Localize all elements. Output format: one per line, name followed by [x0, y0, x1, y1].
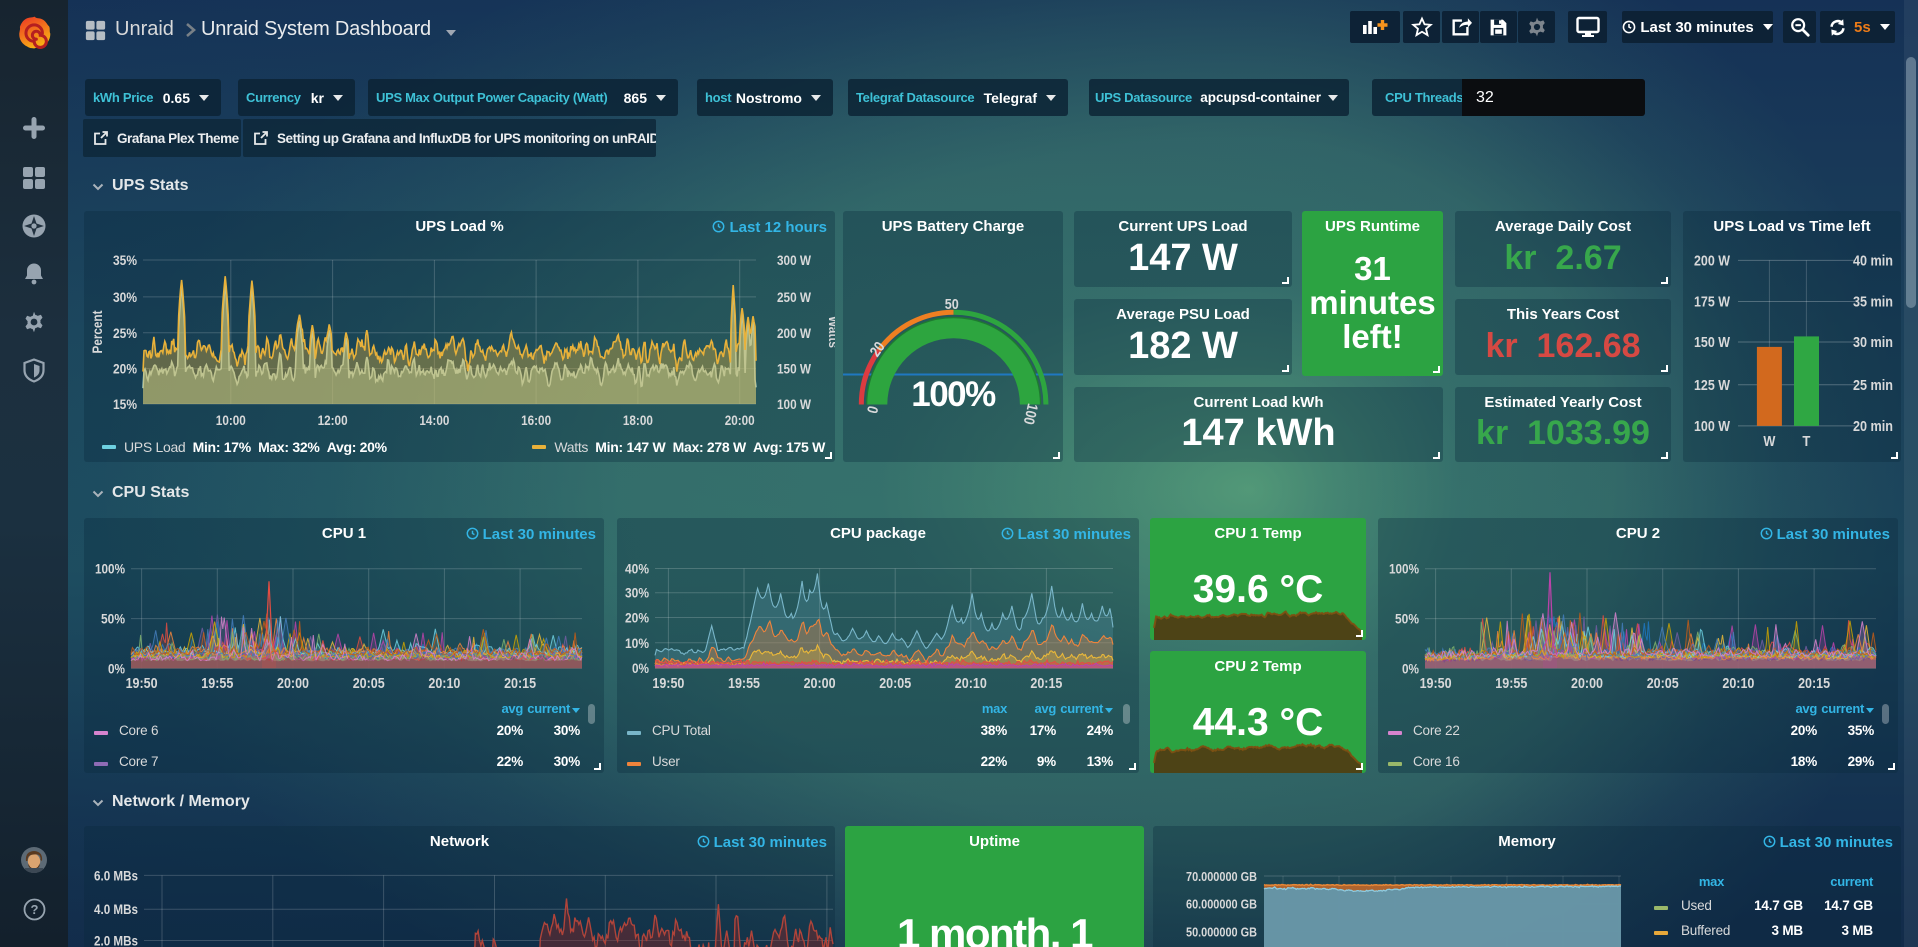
svg-text:16:00: 16:00 [521, 412, 551, 428]
svg-text:100%: 100% [95, 561, 125, 577]
svg-text:19:50: 19:50 [1420, 675, 1452, 692]
svg-text:0%: 0% [632, 660, 649, 676]
svg-text:20:15: 20:15 [504, 675, 536, 692]
svg-text:40%: 40% [625, 561, 649, 577]
svg-text:20:05: 20:05 [1647, 675, 1679, 692]
svg-text:35 min: 35 min [1853, 294, 1893, 311]
svg-text:6.0 MBs: 6.0 MBs [94, 867, 138, 883]
svg-text:15%: 15% [113, 396, 137, 412]
svg-text:Watts: Watts [826, 316, 835, 348]
svg-text:20:00: 20:00 [277, 675, 309, 692]
svg-text:19:55: 19:55 [728, 675, 760, 692]
svg-text:40 min: 40 min [1853, 252, 1893, 269]
svg-text:100 W: 100 W [777, 396, 812, 412]
svg-text:150 W: 150 W [1694, 334, 1731, 351]
svg-text:T: T [1802, 433, 1810, 450]
svg-text:30%: 30% [625, 585, 649, 601]
svg-text:19:55: 19:55 [1495, 675, 1527, 692]
svg-text:300 W: 300 W [777, 252, 812, 268]
svg-text:19:50: 19:50 [652, 675, 684, 692]
svg-text:W: W [1763, 433, 1776, 450]
svg-text:125 W: 125 W [1694, 377, 1731, 394]
svg-text:0%: 0% [1402, 660, 1419, 676]
svg-text:100 W: 100 W [1694, 418, 1731, 435]
svg-text:50%: 50% [1395, 611, 1419, 627]
svg-text:19:50: 19:50 [126, 675, 158, 692]
svg-text:25%: 25% [113, 325, 137, 341]
svg-text:25 min: 25 min [1853, 377, 1893, 394]
svg-text:20:00: 20:00 [1571, 675, 1603, 692]
svg-text:150 W: 150 W [777, 361, 812, 377]
svg-text:20:05: 20:05 [879, 675, 911, 692]
svg-text:20:15: 20:15 [1798, 675, 1830, 692]
svg-text:19:55: 19:55 [201, 675, 233, 692]
svg-text:?: ? [31, 902, 39, 917]
svg-text:50%: 50% [101, 611, 125, 627]
svg-text:30 min: 30 min [1853, 334, 1893, 351]
svg-text:20:00: 20:00 [804, 675, 836, 692]
svg-text:200 W: 200 W [1694, 252, 1731, 269]
svg-text:50: 50 [945, 296, 959, 313]
svg-text:2.0 MBs: 2.0 MBs [94, 933, 138, 947]
svg-text:18:00: 18:00 [623, 412, 653, 428]
svg-text:20:15: 20:15 [1030, 675, 1062, 692]
svg-text:Percent: Percent [89, 310, 105, 353]
svg-text:20:10: 20:10 [955, 675, 987, 692]
svg-text:20 min: 20 min [1853, 418, 1893, 435]
svg-text:100%: 100% [1389, 561, 1419, 577]
svg-text:30%: 30% [113, 289, 137, 305]
svg-text:250 W: 250 W [777, 289, 812, 305]
svg-text:10%: 10% [625, 635, 649, 651]
svg-text:20:00: 20:00 [725, 412, 755, 428]
svg-text:20:05: 20:05 [353, 675, 385, 692]
svg-text:20%: 20% [625, 610, 649, 626]
svg-text:200 W: 200 W [777, 325, 812, 341]
svg-text:0%: 0% [108, 660, 125, 676]
svg-text:20:10: 20:10 [1722, 675, 1754, 692]
svg-text:20%: 20% [113, 361, 137, 377]
svg-text:12:00: 12:00 [318, 412, 348, 428]
svg-text:20:10: 20:10 [428, 675, 460, 692]
svg-text:4.0 MBs: 4.0 MBs [94, 901, 138, 917]
svg-text:35%: 35% [113, 252, 137, 268]
svg-text:10:00: 10:00 [216, 412, 246, 428]
svg-text:175 W: 175 W [1694, 294, 1731, 311]
svg-text:14:00: 14:00 [419, 412, 449, 428]
